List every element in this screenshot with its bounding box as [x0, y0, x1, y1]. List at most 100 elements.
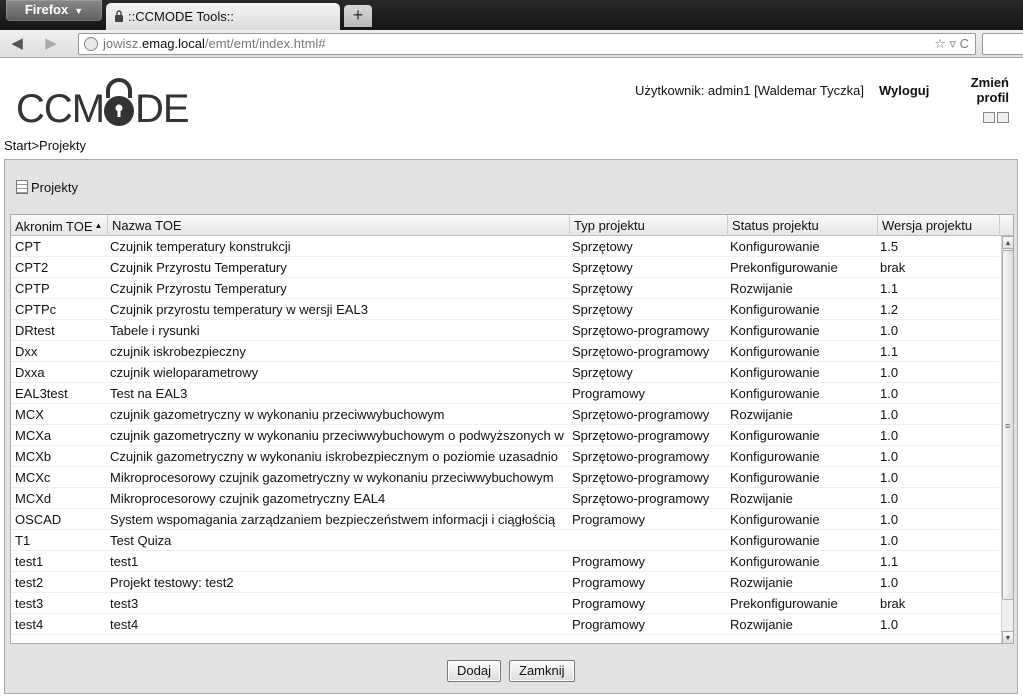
cell-acronym: CPT2: [15, 260, 49, 275]
cell-name: test1: [110, 554, 139, 569]
table-row[interactable]: test2 Projekt testowy: test2 Programowy Roz…: [11, 572, 999, 593]
table-row[interactable]: T1 Test Quiza Konfigurowanie 1.0: [11, 530, 999, 551]
cell-status: Konfigurowanie: [730, 512, 820, 527]
firefox-menu-button[interactable]: Firefox ▼: [6, 0, 102, 21]
cell-status: Rozwijanie: [730, 575, 793, 590]
cell-acronym: T1: [15, 533, 31, 548]
padlock-icon: [104, 78, 134, 126]
url-path: /emt/emt/index.html#: [204, 36, 326, 51]
cell-version: 1.0: [880, 512, 899, 527]
table-row[interactable]: Dxxa czujnik wieloparametrowy Sprzętowy Kon…: [11, 362, 999, 383]
cell-version: 1.5: [880, 239, 899, 254]
change-profile-link[interactable]: Zmień profil: [955, 75, 1009, 105]
table-row[interactable]: MCXb Czujnik gazometryczny w wykonaniu is…: [11, 446, 999, 467]
cell-status: Konfigurowanie: [730, 239, 820, 254]
cell-acronym: MCXa: [15, 428, 52, 443]
cell-status: Rozwijanie: [730, 407, 793, 422]
cell-name: Czujnik Przyrostu Temperatury: [110, 260, 287, 275]
table-row[interactable]: CPT Czujnik temperatury konstrukcji Sprzęt…: [11, 236, 999, 257]
projects-table: Akronim TOE ▲ Nazwa TOE Typ projektu Stat…: [10, 214, 1014, 644]
logo-text-right: DE: [135, 87, 189, 130]
cell-status: Konfigurowanie: [730, 302, 820, 317]
scrollbar-thumb[interactable]: ≡: [1002, 250, 1013, 600]
back-arrow-icon[interactable]: ◀: [6, 33, 28, 55]
logout-link[interactable]: Wyloguj: [879, 83, 929, 98]
cell-version: 1.1: [880, 554, 899, 569]
header-tools: [981, 111, 1009, 126]
cell-acronym: EAL3test: [15, 386, 68, 401]
table-row[interactable]: EAL3test Test na EAL3 Programowy Konfigurow…: [11, 383, 999, 404]
table-row[interactable]: CPTPc Czujnik przyrostu temperatury w wer…: [11, 299, 999, 320]
panel-title-text: Projekty: [31, 180, 78, 195]
cell-version: 1.0: [880, 470, 899, 485]
scroll-down-icon[interactable]: ▼: [1002, 631, 1013, 643]
cell-version: 1.1: [880, 281, 899, 296]
document-icon[interactable]: [997, 112, 1009, 123]
cell-type: Programowy: [572, 575, 645, 590]
cell-acronym: test1: [15, 554, 44, 569]
cell-name: Czujnik gazometryczny w wykonaniu iskrob…: [110, 449, 558, 464]
table-row[interactable]: CPTP Czujnik Przyrostu Temperatury Sprzęto…: [11, 278, 999, 299]
table-row[interactable]: CPT2 Czujnik Przyrostu Temperatury Sprzęto…: [11, 257, 999, 278]
cell-acronym: OSCAD: [15, 512, 62, 527]
breadcrumb[interactable]: Start>Projekty: [4, 138, 86, 153]
table-row[interactable]: test1 test1 Programowy Konfigurowanie 1.1: [11, 551, 999, 572]
panel-title: Projekty: [16, 180, 78, 195]
forward-arrow-icon[interactable]: ▶: [40, 33, 62, 55]
cell-status: Konfigurowanie: [730, 533, 820, 548]
scroll-up-icon[interactable]: ▲: [1002, 236, 1013, 249]
folder-icon[interactable]: [983, 112, 995, 123]
navigation-toolbar: ◀ ▶ jowisz.emag.local/emt/emt/index.html…: [0, 30, 1023, 58]
search-input[interactable]: [982, 33, 1023, 55]
ccmode-logo-graphic: CCM DE: [16, 78, 190, 131]
cell-status: Prekonfigurowanie: [730, 596, 838, 611]
column-header-name[interactable]: Nazwa TOE: [108, 215, 570, 236]
add-button[interactable]: Dodaj: [447, 660, 501, 682]
cell-name: test4: [110, 617, 139, 632]
cell-status: Konfigurowanie: [730, 428, 820, 443]
close-button[interactable]: Zamknij: [509, 660, 575, 682]
url-bar[interactable]: jowisz.emag.local/emt/emt/index.html# ☆ …: [78, 33, 976, 55]
column-header-acronym[interactable]: Akronim TOE ▲: [11, 215, 108, 236]
cell-name: Czujnik przyrostu temperatury w wersji E…: [110, 302, 368, 317]
browser-titlebar: Firefox ▼ ::CCMODE Tools:: +: [0, 0, 1023, 30]
table-row[interactable]: MCXd Mikroprocesorowy czujnik gazometrycz…: [11, 488, 999, 509]
table-row[interactable]: MCXc Mikroprocesorowy czujnik gazometrycz…: [11, 467, 999, 488]
cell-status: Konfigurowanie: [730, 386, 820, 401]
column-header-status[interactable]: Status projektu: [728, 215, 878, 236]
cell-type: Sprzętowy: [572, 239, 633, 254]
vertical-scrollbar[interactable]: ▲ ≡ ▼: [1001, 236, 1013, 643]
table-row[interactable]: test4 test4 Programowy Rozwijanie 1.0: [11, 614, 999, 635]
cell-version: 1.0: [880, 533, 899, 548]
cell-name: Projekt testowy: test2: [110, 575, 234, 590]
table-row[interactable]: OSCAD System wspomagania zarządzaniem bez…: [11, 509, 999, 530]
cell-type: Programowy: [572, 596, 645, 611]
column-header-version[interactable]: Wersja projektu: [878, 215, 1000, 236]
browser-tab[interactable]: ::CCMODE Tools::: [106, 3, 340, 30]
new-tab-button[interactable]: +: [344, 5, 372, 27]
tab-title: ::CCMODE Tools::: [128, 9, 234, 24]
table-row[interactable]: Dxx czujnik iskrobezpieczny Sprzętowo-prog…: [11, 341, 999, 362]
cell-acronym: Dxxa: [15, 365, 45, 380]
cell-name: Czujnik Przyrostu Temperatury: [110, 281, 287, 296]
cell-status: Konfigurowanie: [730, 554, 820, 569]
cell-version: 1.2: [880, 302, 899, 317]
table-row[interactable]: MCX czujnik gazometryczny w wykonaniu prz…: [11, 404, 999, 425]
cell-type: Sprzętowo-programowy: [572, 470, 710, 485]
cell-type: [570, 530, 728, 551]
url-bar-controls[interactable]: ☆ ▿ C: [934, 34, 969, 54]
cell-name: Test Quiza: [110, 533, 172, 548]
table-row[interactable]: MCXa czujnik gazometryczny w wykonaniu pr…: [11, 425, 999, 446]
cell-type: Sprzętowy: [572, 260, 633, 275]
cell-name: Mikroprocesorowy czujnik gazometryczny w…: [110, 470, 554, 485]
cell-acronym: test4: [15, 617, 44, 632]
column-header-type[interactable]: Typ projektu: [570, 215, 728, 236]
cell-type: Sprzętowy: [572, 302, 633, 317]
table-row[interactable]: test3 test3 Programowy Prekonfigurowanie bra…: [11, 593, 999, 614]
cell-acronym: MCXc: [15, 470, 51, 485]
cell-type: Sprzętowo-programowy: [572, 428, 710, 443]
cell-name: czujnik gazometryczny w wykonaniu przeci…: [110, 407, 445, 422]
cell-acronym: CPTP: [15, 281, 50, 296]
cell-version: 1.0: [880, 323, 899, 338]
table-row[interactable]: DRtest Tabele i rysunki Sprzętowo-programo…: [11, 320, 999, 341]
